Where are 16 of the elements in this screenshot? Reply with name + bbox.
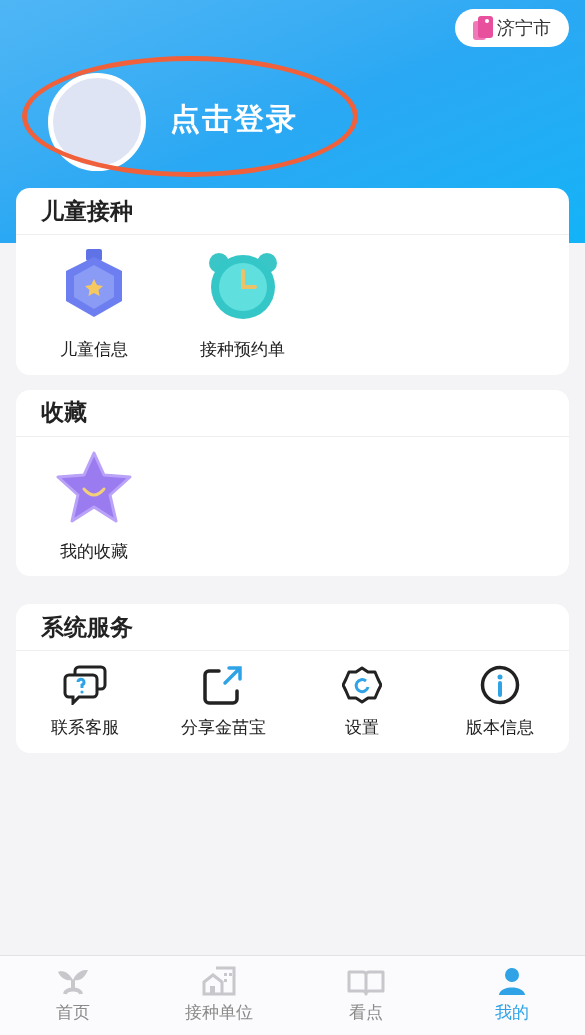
tag-icon: [473, 16, 493, 40]
menu-item[interactable]: 儿童信息: [28, 245, 161, 363]
menu-item[interactable]: 我的收藏: [28, 446, 161, 564]
menu-item[interactable]: 版本信息: [430, 665, 569, 741]
info-icon: [479, 665, 520, 705]
section-title: 儿童接种: [41, 196, 133, 226]
section-title: 系统服务: [41, 612, 133, 642]
gear-icon: [341, 665, 382, 705]
menu-item[interactable]: 分享金苗宝: [154, 665, 293, 741]
building-icon: [202, 965, 237, 996]
section-title: 收藏: [41, 398, 87, 428]
share-icon: [203, 665, 244, 705]
menu-item[interactable]: 设置: [292, 665, 431, 741]
city-selector-button[interactable]: 济宁市: [455, 9, 569, 47]
menu-item[interactable]: 联系客服: [16, 665, 155, 741]
chat-icon: [63, 665, 108, 705]
